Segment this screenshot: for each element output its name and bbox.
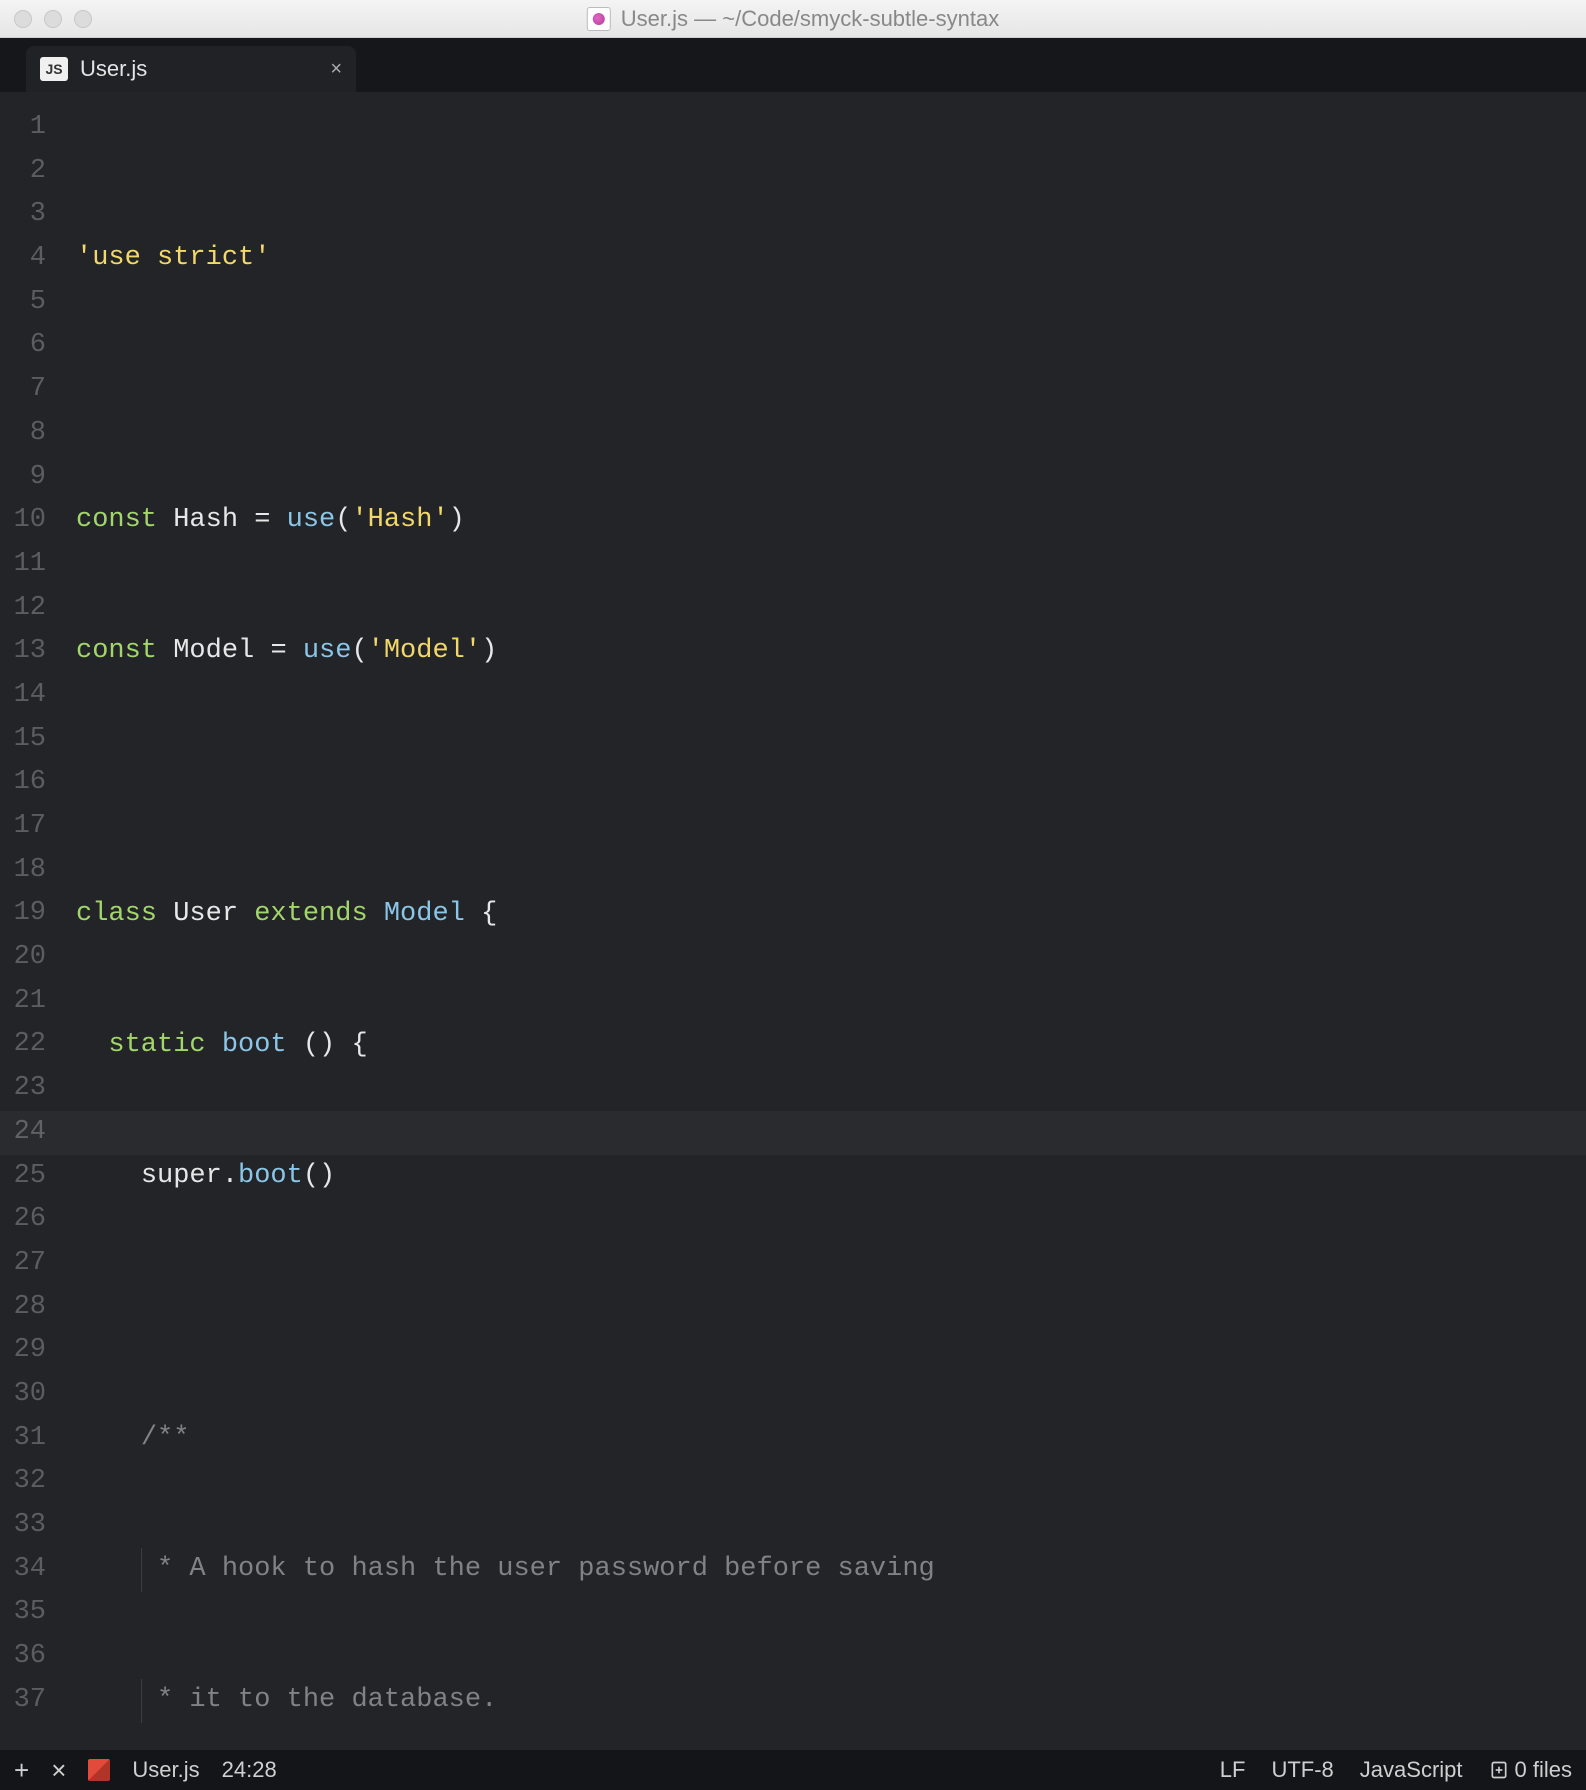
status-language[interactable]: JavaScript — [1360, 1757, 1463, 1783]
code-token: = — [254, 505, 270, 535]
tab-bar: JS User.js × — [0, 38, 1586, 92]
line-number: 22 — [0, 1023, 46, 1067]
code-token: static — [108, 1030, 205, 1060]
code-editor[interactable]: 1234567891011121314151617181920212223242… — [0, 92, 1586, 1750]
git-files-count: 0 files — [1515, 1757, 1572, 1783]
line-number: 4 — [0, 237, 46, 281]
line-number: 5 — [0, 281, 46, 325]
code-token: { — [465, 899, 497, 929]
status-bar: + × User.js 24:28 LF UTF-8 JavaScript 0 … — [0, 1750, 1586, 1790]
code-token: /** — [141, 1423, 190, 1453]
code-token: use — [270, 505, 335, 535]
window-title: User.js — ~/Code/smyck-subtle-syntax — [587, 6, 999, 32]
line-number: 16 — [0, 761, 46, 805]
code-token: class — [76, 899, 157, 929]
code-token: * it to the database. — [141, 1685, 497, 1715]
line-number: 20 — [0, 936, 46, 980]
code-token: use — [287, 636, 352, 666]
code-token: ) — [481, 636, 497, 666]
line-number: 24 — [0, 1111, 46, 1155]
line-number: 27 — [0, 1242, 46, 1286]
zoom-window-button[interactable] — [74, 10, 92, 28]
line-number: 26 — [0, 1198, 46, 1242]
code-token: () — [303, 1161, 335, 1191]
code-token: Model — [368, 899, 465, 929]
code-token: extends — [254, 899, 367, 929]
line-number: 25 — [0, 1155, 46, 1199]
close-window-button[interactable] — [14, 10, 32, 28]
minimize-window-button[interactable] — [44, 10, 62, 28]
code-token: Model — [157, 636, 270, 666]
status-filename[interactable]: User.js — [132, 1757, 199, 1783]
code-token: User — [157, 899, 254, 929]
line-number: 10 — [0, 499, 46, 543]
line-number: 17 — [0, 805, 46, 849]
code-token: 'use strict' — [76, 243, 270, 273]
code-token: ( — [351, 636, 367, 666]
line-number: 12 — [0, 587, 46, 631]
line-number: 7 — [0, 368, 46, 412]
traffic-lights — [14, 10, 92, 28]
line-number: 35 — [0, 1591, 46, 1635]
line-number: 36 — [0, 1635, 46, 1679]
close-tab-icon[interactable]: × — [330, 58, 342, 81]
code-token: ( — [335, 505, 351, 535]
status-cursor-position[interactable]: 24:28 — [222, 1757, 277, 1783]
line-number: 11 — [0, 543, 46, 587]
status-indicator-icon[interactable] — [88, 1759, 110, 1781]
line-number: 34 — [0, 1548, 46, 1592]
code-token: const — [76, 505, 157, 535]
line-number: 3 — [0, 193, 46, 237]
code-token: 'Model' — [368, 636, 481, 666]
line-number: 19 — [0, 892, 46, 936]
code-token: ) — [449, 505, 465, 535]
line-number: 14 — [0, 674, 46, 718]
tab-label: User.js — [80, 56, 147, 82]
code-token: . — [222, 1161, 238, 1191]
js-file-icon: JS — [40, 57, 68, 81]
line-number: 28 — [0, 1286, 46, 1330]
app-icon — [587, 7, 611, 31]
line-number: 33 — [0, 1504, 46, 1548]
code-token: super — [141, 1161, 222, 1191]
code-area[interactable]: 'use strict' const Hash = use('Hash') co… — [56, 92, 1586, 1750]
window-title-text: User.js — ~/Code/smyck-subtle-syntax — [621, 6, 999, 32]
current-line-highlight — [0, 1111, 1586, 1155]
code-token: = — [270, 636, 286, 666]
code-token: 'Hash' — [351, 505, 448, 535]
line-number: 21 — [0, 980, 46, 1024]
code-token: boot — [206, 1030, 287, 1060]
line-number: 32 — [0, 1460, 46, 1504]
line-number: 29 — [0, 1329, 46, 1373]
line-number: 37 — [0, 1679, 46, 1723]
line-number: 9 — [0, 456, 46, 500]
line-number-gutter: 1234567891011121314151617181920212223242… — [0, 92, 56, 1750]
code-token: boot — [238, 1161, 303, 1191]
code-token: * A hook to hash the user password befor… — [141, 1554, 935, 1584]
line-number: 30 — [0, 1373, 46, 1417]
line-number: 15 — [0, 718, 46, 762]
line-number: 13 — [0, 630, 46, 674]
status-encoding[interactable]: UTF-8 — [1271, 1757, 1333, 1783]
line-number: 31 — [0, 1417, 46, 1461]
line-number: 2 — [0, 150, 46, 194]
line-number: 1 — [0, 106, 46, 150]
close-file-icon[interactable]: × — [51, 1757, 66, 1783]
line-number: 23 — [0, 1067, 46, 1111]
code-token: () { — [287, 1030, 368, 1060]
new-file-icon[interactable]: + — [14, 1757, 29, 1783]
line-number: 6 — [0, 324, 46, 368]
line-number: 8 — [0, 412, 46, 456]
code-token: const — [76, 636, 157, 666]
line-number: 18 — [0, 849, 46, 893]
code-token: Hash — [157, 505, 254, 535]
status-line-ending[interactable]: LF — [1220, 1757, 1246, 1783]
git-status[interactable]: 0 files — [1489, 1757, 1572, 1783]
window-titlebar: User.js — ~/Code/smyck-subtle-syntax — [0, 0, 1586, 38]
tab-user-js[interactable]: JS User.js × — [26, 46, 356, 92]
git-diff-icon — [1489, 1760, 1509, 1780]
